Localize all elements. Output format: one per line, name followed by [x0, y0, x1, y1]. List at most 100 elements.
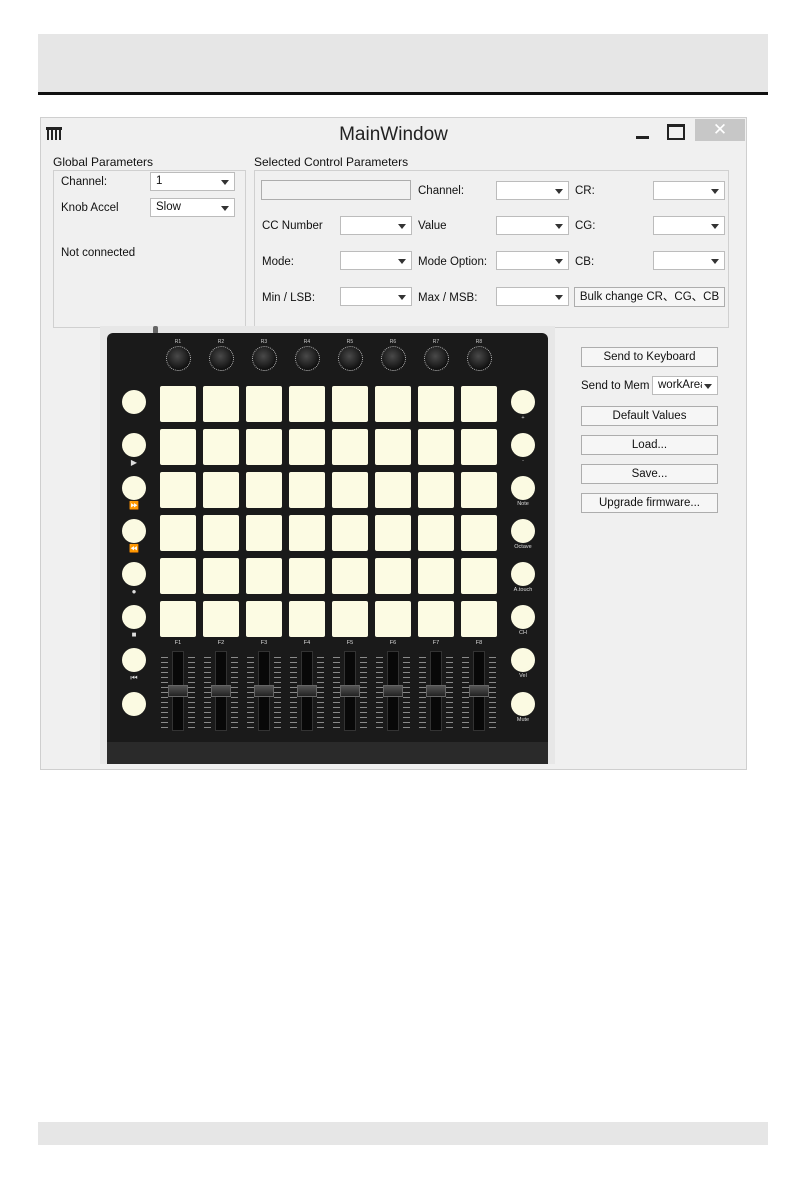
selected-channel-dropdown[interactable] [496, 181, 569, 200]
pad-r5-c5[interactable] [332, 558, 368, 594]
left-function-button-7[interactable] [122, 648, 146, 672]
fader-7[interactable] [426, 685, 446, 697]
minimize-icon[interactable] [627, 120, 657, 144]
left-function-button-1[interactable] [122, 390, 146, 414]
upgrade-firmware-button[interactable]: Upgrade firmware... [581, 493, 718, 513]
left-function-button-2[interactable] [122, 433, 146, 457]
left-function-button-3[interactable] [122, 476, 146, 500]
pad-r5-c2[interactable] [203, 558, 239, 594]
control-name-field[interactable] [261, 180, 411, 200]
pad-r5-c1[interactable] [160, 558, 196, 594]
send-to-keyboard-button[interactable]: Send to Keyboard [581, 347, 718, 367]
pad-r3-c2[interactable] [203, 472, 239, 508]
right-function-button-4[interactable] [511, 519, 535, 543]
pad-r6-c7[interactable] [418, 601, 454, 637]
right-function-button-2[interactable] [511, 433, 535, 457]
knob-8[interactable]: R8 [464, 339, 494, 373]
fader-6[interactable] [383, 685, 403, 697]
max-msb-dropdown[interactable] [496, 287, 569, 306]
pad-r3-c4[interactable] [289, 472, 325, 508]
knob-1[interactable]: R1 [163, 339, 193, 373]
knob-3[interactable]: R3 [249, 339, 279, 373]
pad-r6-c8[interactable] [461, 601, 497, 637]
pad-r1-c4[interactable] [289, 386, 325, 422]
knob-5[interactable]: R5 [335, 339, 365, 373]
rotary-knob[interactable] [166, 346, 191, 371]
pad-r3-c8[interactable] [461, 472, 497, 508]
pad-r3-c6[interactable] [375, 472, 411, 508]
load-button[interactable]: Load... [581, 435, 718, 455]
fader-3[interactable] [254, 685, 274, 697]
default-values-button[interactable]: Default Values [581, 406, 718, 426]
pad-r3-c1[interactable] [160, 472, 196, 508]
pad-r6-c3[interactable] [246, 601, 282, 637]
right-function-button-3[interactable] [511, 476, 535, 500]
cg-dropdown[interactable] [653, 216, 725, 235]
pad-r4-c3[interactable] [246, 515, 282, 551]
fader-5[interactable] [340, 685, 360, 697]
pad-r2-c2[interactable] [203, 429, 239, 465]
right-function-button-7[interactable] [511, 648, 535, 672]
knob-4[interactable]: R4 [292, 339, 322, 373]
right-function-button-5[interactable] [511, 562, 535, 586]
rotary-knob[interactable] [424, 346, 449, 371]
close-icon[interactable]: ✕ [695, 119, 745, 141]
pad-r1-c5[interactable] [332, 386, 368, 422]
pad-r4-c2[interactable] [203, 515, 239, 551]
pad-r1-c6[interactable] [375, 386, 411, 422]
left-function-button-5[interactable] [122, 562, 146, 586]
knob-6[interactable]: R6 [378, 339, 408, 373]
mode-dropdown[interactable] [340, 251, 412, 270]
pad-r5-c6[interactable] [375, 558, 411, 594]
pad-r3-c5[interactable] [332, 472, 368, 508]
pad-r5-c4[interactable] [289, 558, 325, 594]
fader-2[interactable] [211, 685, 231, 697]
min-lsb-dropdown[interactable] [340, 287, 412, 306]
rotary-knob[interactable] [467, 346, 492, 371]
pad-r1-c7[interactable] [418, 386, 454, 422]
pad-r4-c6[interactable] [375, 515, 411, 551]
pad-r4-c7[interactable] [418, 515, 454, 551]
send-to-mem-dropdown[interactable]: workArea [652, 376, 718, 395]
left-function-button-8[interactable] [122, 692, 146, 716]
mode-option-dropdown[interactable] [496, 251, 569, 270]
pad-r1-c8[interactable] [461, 386, 497, 422]
pad-r6-c1[interactable] [160, 601, 196, 637]
fader-1[interactable] [168, 685, 188, 697]
pad-r6-c4[interactable] [289, 601, 325, 637]
pad-r2-c6[interactable] [375, 429, 411, 465]
knob-accel-dropdown[interactable]: Slow [150, 198, 235, 217]
rotary-knob[interactable] [381, 346, 406, 371]
fader-8[interactable] [469, 685, 489, 697]
bulk-change-button[interactable]: Bulk change CR、CG、CB [574, 287, 725, 307]
pad-r5-c3[interactable] [246, 558, 282, 594]
right-function-button-6[interactable] [511, 605, 535, 629]
knob-2[interactable]: R2 [206, 339, 236, 373]
pad-r4-c5[interactable] [332, 515, 368, 551]
pad-r2-c4[interactable] [289, 429, 325, 465]
pad-r4-c4[interactable] [289, 515, 325, 551]
pad-r1-c2[interactable] [203, 386, 239, 422]
knob-7[interactable]: R7 [421, 339, 451, 373]
value-dropdown[interactable] [496, 216, 569, 235]
save-button[interactable]: Save... [581, 464, 718, 484]
cc-number-dropdown[interactable] [340, 216, 412, 235]
pad-r2-c1[interactable] [160, 429, 196, 465]
right-function-button-1[interactable] [511, 390, 535, 414]
global-channel-dropdown[interactable]: 1 [150, 172, 235, 191]
pad-r2-c5[interactable] [332, 429, 368, 465]
rotary-knob[interactable] [209, 346, 234, 371]
pad-r6-c2[interactable] [203, 601, 239, 637]
rotary-knob[interactable] [295, 346, 320, 371]
pad-r1-c3[interactable] [246, 386, 282, 422]
pad-r2-c3[interactable] [246, 429, 282, 465]
rotary-knob[interactable] [338, 346, 363, 371]
pad-r6-c6[interactable] [375, 601, 411, 637]
pad-r3-c3[interactable] [246, 472, 282, 508]
pad-r6-c5[interactable] [332, 601, 368, 637]
pad-r2-c8[interactable] [461, 429, 497, 465]
right-function-button-8[interactable] [511, 692, 535, 716]
cr-dropdown[interactable] [653, 181, 725, 200]
title-bar[interactable]: MainWindow ✕ [41, 118, 746, 152]
pad-r2-c7[interactable] [418, 429, 454, 465]
